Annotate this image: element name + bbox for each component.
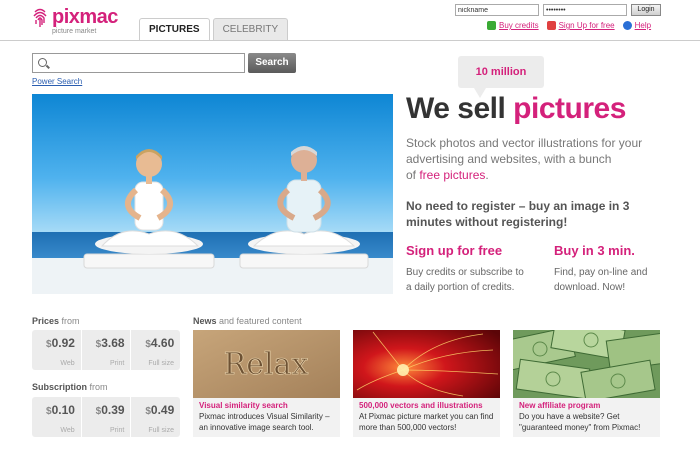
tab-pictures[interactable]: PICTURES: [139, 18, 210, 40]
logo[interactable]: pixmac picture market: [32, 6, 118, 35]
logo-subtitle: picture market: [52, 28, 97, 35]
news-card-vectors[interactable]: 500,000 vectors and illustrations At Pix…: [353, 330, 500, 437]
sign-up-cta-line1: Buy credits or subscribe to: [406, 267, 524, 278]
news-description: Do you have a website? Get "guaranteed m…: [513, 410, 660, 433]
price-value: 0.92: [51, 336, 75, 350]
hero-image: [32, 94, 393, 294]
news-desc-line2: an innovative image search tool.: [199, 423, 314, 432]
subscription-print[interactable]: $0.39 Print: [82, 397, 132, 437]
header-divider: [0, 40, 700, 41]
headline-plain: We sell: [406, 92, 514, 125]
news-title[interactable]: 500,000 vectors and illustrations: [353, 398, 500, 410]
free-pictures-link[interactable]: free pictures: [419, 168, 485, 182]
buy-now-cta-text: Find, pay on-line and download. Now!: [554, 265, 647, 295]
subscription-title: Subscription: [32, 382, 88, 392]
news-card-visual-similarity[interactable]: Relax Visual similarity search Pixmac in…: [193, 330, 340, 437]
news-description: At Pixmac picture market you can find mo…: [353, 410, 500, 433]
red-fireworks-image: [353, 330, 500, 398]
search-icon: [38, 58, 47, 67]
help-link[interactable]: Help: [622, 21, 652, 30]
buy-credits-label: Buy credits: [499, 21, 539, 30]
account-links: Buy credits Sign Up for free Help: [487, 21, 659, 30]
subscription-full-size[interactable]: $0.49 Full size: [131, 397, 180, 437]
relax-image-text: Relax: [224, 347, 309, 382]
price-print[interactable]: $3.68 Print: [82, 330, 132, 370]
hero-tagline: Stock photos and vector illustrations fo…: [406, 135, 656, 183]
price-value: 3.68: [101, 336, 125, 350]
username-input[interactable]: [455, 4, 539, 16]
power-search-link[interactable]: Power Search: [32, 77, 82, 86]
prices-heading: Prices from: [32, 316, 80, 326]
sign-up-cta-link[interactable]: Sign up for free: [406, 243, 502, 258]
help-label: Help: [634, 21, 652, 30]
price-web[interactable]: $0.92 Web: [32, 330, 82, 370]
ten-million-badge: 10 million: [458, 56, 544, 98]
search-input[interactable]: [32, 53, 245, 73]
buy-credits-link[interactable]: Buy credits: [487, 21, 539, 30]
search-button[interactable]: Search: [248, 53, 296, 73]
tagline-suffix: .: [485, 168, 489, 182]
buy-now-cta-line1: Find, pay on-line and: [554, 267, 648, 278]
news-title[interactable]: New affiliate program: [513, 398, 660, 410]
price-value: 0.10: [51, 403, 75, 417]
login-form: Login: [455, 4, 661, 16]
subscription-web[interactable]: $0.10 Web: [32, 397, 82, 437]
tagline-prefix: of: [406, 168, 420, 182]
main-tabs: PICTURES CELEBRITY: [139, 18, 291, 40]
news-desc-line2: "guaranteed money" from Pixmac!: [519, 423, 641, 432]
price-label: Full size: [148, 427, 175, 434]
price-label: Full size: [148, 360, 175, 367]
sign-up-link[interactable]: Sign Up for free: [546, 21, 615, 30]
price-value: 0.49: [150, 403, 175, 417]
tagline-line1: Stock photos and vector illustrations fo…: [406, 136, 643, 166]
price-label: Web: [60, 360, 75, 367]
price-value: 0.39: [101, 403, 125, 417]
subscription-panel: $0.10 Web $0.39 Print $0.49 Full size: [32, 397, 180, 437]
news-desc-line2: more than 500,000 vectors!: [359, 423, 457, 432]
subscription-title-suffix: from: [89, 382, 108, 392]
sign-up-cta-line2: a daily portion of credits.: [406, 282, 515, 293]
news-title-suffix: and featured content: [219, 316, 302, 326]
price-label: Print: [109, 427, 125, 434]
subscription-heading: Subscription from: [32, 382, 108, 392]
news-desc-line1: Do you have a website? Get: [519, 412, 620, 421]
hero-tagline-bold: No need to register – buy an image in 3 …: [406, 199, 630, 229]
price-label: Print: [109, 360, 125, 367]
news-card-affiliate[interactable]: New affiliate program Do you have a webs…: [513, 330, 660, 437]
buy-now-cta-link[interactable]: Buy in 3 min.: [554, 243, 635, 258]
price-label: Web: [60, 427, 75, 434]
hero-headline: We sell pictures: [406, 92, 626, 126]
prices-title: Prices: [32, 316, 60, 326]
logo-text: pixmac: [52, 6, 118, 28]
buy-now-cta-line2: download. Now!: [554, 282, 626, 293]
news-desc-line1: Pixmac introduces Visual Similarity –: [199, 412, 330, 421]
news-description: Pixmac introduces Visual Similarity – an…: [193, 410, 340, 433]
sign-up-cta-text: Buy credits or subscribe to a daily port…: [406, 265, 524, 295]
news-heading: News and featured content: [193, 316, 302, 326]
sign-up-label: Sign Up for free: [558, 21, 615, 30]
price-value: 4.60: [150, 336, 175, 350]
headline-accent: pictures: [513, 92, 626, 125]
news-title[interactable]: Visual similarity search: [193, 398, 340, 410]
prices-panel: $0.92 Web $3.68 Print $4.60 Full size: [32, 330, 180, 370]
signup-icon: [546, 21, 556, 30]
money-bills-image: [513, 330, 660, 398]
tab-celebrity[interactable]: CELEBRITY: [212, 18, 289, 40]
news-title: News: [193, 316, 217, 326]
news-desc-line1: At Pixmac picture market you can find: [359, 412, 494, 421]
login-button[interactable]: Login: [631, 4, 661, 16]
fingerprint-logo-icon: [33, 8, 47, 27]
price-full-size[interactable]: $4.60 Full size: [131, 330, 180, 370]
password-input[interactable]: [543, 4, 627, 16]
relax-sand-image: Relax: [193, 330, 340, 398]
prices-title-suffix: from: [61, 316, 80, 326]
help-icon: [622, 21, 632, 30]
credits-icon: [487, 21, 496, 30]
